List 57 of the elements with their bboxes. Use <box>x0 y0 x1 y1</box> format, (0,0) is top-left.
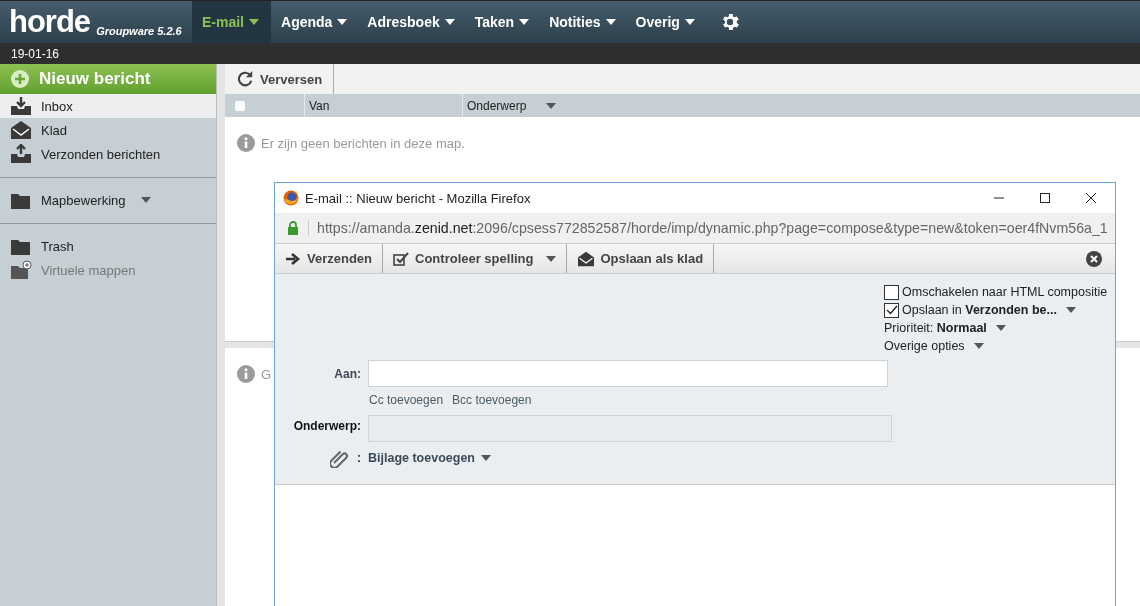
checkbox[interactable] <box>884 302 899 318</box>
checkbox[interactable] <box>884 284 899 300</box>
info-icon <box>237 365 255 383</box>
plus-icon <box>11 70 29 88</box>
option-label[interactable]: Prioriteit: Normaal <box>884 321 987 335</box>
arrow-right-icon <box>285 251 301 266</box>
refresh-icon <box>236 70 254 88</box>
folder-item[interactable]: Trash <box>0 234 216 258</box>
add-recipient-link[interactable]: Bcc toevoegen <box>452 393 532 407</box>
folder-item[interactable]: Mapbewerking <box>0 188 216 212</box>
column-header[interactable]: Van <box>304 94 462 117</box>
version-label: Groupware 5.2.6 <box>96 25 182 39</box>
outbox-tray-icon <box>10 144 32 164</box>
close-icon[interactable] <box>1085 192 1097 204</box>
date-label: 19-01-16 <box>11 46 60 61</box>
nav-menu-tab[interactable]: Overig <box>625 1 705 43</box>
folder-item[interactable]: Klad <box>0 118 216 142</box>
nav-menu-tab[interactable]: Notities <box>539 1 626 43</box>
caret-icon <box>481 455 491 461</box>
nav-menu-tab[interactable]: Taken <box>464 1 540 43</box>
envelope-icon <box>10 120 32 140</box>
padlock-icon <box>287 221 299 235</box>
folder-item[interactable]: Inbox <box>0 94 216 118</box>
checkbox-tick-icon <box>393 251 410 266</box>
column-header[interactable]: Onderwerp <box>462 94 557 117</box>
spell-check-button[interactable]: Controleer spelling <box>383 244 567 273</box>
empty-folder-message: Er zijn geen berichten in deze map. <box>261 135 465 151</box>
nav-menu-tab[interactable]: Agenda <box>271 1 358 43</box>
add-recipient-link[interactable]: Cc toevoegen <box>369 393 444 407</box>
logo: horde <box>9 5 91 39</box>
save-draft-button[interactable]: Opslaan als klad <box>566 244 715 273</box>
info-icon <box>237 134 255 152</box>
preview-message: G <box>261 366 272 382</box>
address-bar[interactable]: https://amanda.zenid.net:2096/cpsess772852587/horde/imp/dynamic.php?page=compose&type=new&token=oer4fNvm56a_1 <box>275 213 1115 244</box>
add-attachment-link[interactable]: Bijlage toevoegen <box>368 451 475 465</box>
envelope-icon <box>576 250 595 267</box>
option-label[interactable]: Overige opties <box>884 339 965 353</box>
nav-menu-tab[interactable]: E-mail <box>192 1 271 43</box>
option-label: Opslaan in Verzonden be... <box>902 303 1057 317</box>
inbox-tray-icon <box>10 96 32 116</box>
folder-item[interactable]: Verzonden berichten <box>0 142 216 166</box>
to-input-field[interactable] <box>368 360 888 387</box>
nav-menu-tab[interactable]: Adresboek <box>357 1 465 43</box>
subject-input-field[interactable] <box>368 415 892 442</box>
close-icon[interactable] <box>1086 250 1102 267</box>
option-label: Omschakelen naar HTML compositie <box>902 285 1108 299</box>
select-all-checkbox[interactable] <box>235 100 245 111</box>
caret-icon <box>140 197 151 203</box>
to-label: Aan: <box>333 366 361 381</box>
maximize-icon[interactable] <box>1039 192 1051 204</box>
url-text: https://amanda.zenid.net:2096/cpsess772852587/horde/imp/dynamic.php?page=compose&type=new&token=oer4fNvm56a_1 <box>308 220 1108 236</box>
subject-label: Onderwerp: <box>292 418 361 433</box>
browser-globe-icon <box>283 190 299 206</box>
folder-plus-icon <box>10 260 32 280</box>
send-button[interactable]: Verzenden <box>275 244 384 273</box>
colon-label: : <box>357 451 361 465</box>
window-title: E-mail :: Nieuw bericht - Mozilla Firefox <box>305 190 531 206</box>
